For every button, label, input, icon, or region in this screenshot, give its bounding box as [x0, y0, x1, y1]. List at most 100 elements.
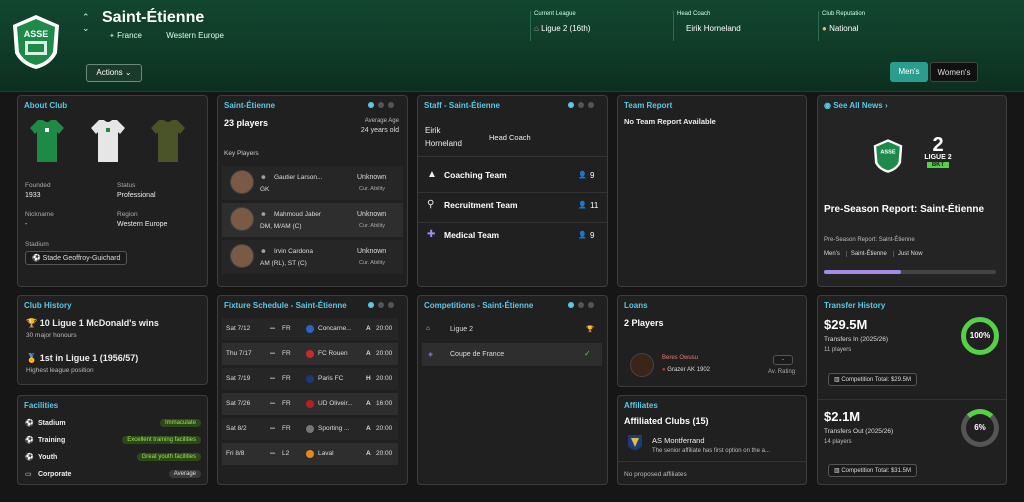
fixture-venue: H: [366, 375, 371, 382]
staff-team-row[interactable]: ✚ Medical Team 👤 9: [418, 223, 607, 250]
club-history-card: Club History 🏆 10 Ligue 1 McDonald's win…: [17, 295, 208, 385]
affiliate-club-name[interactable]: AS Montferrand: [652, 436, 705, 445]
actions-button[interactable]: Actions ⌄: [86, 64, 142, 82]
pagination-dots[interactable]: [368, 102, 394, 108]
staff-team-label: Coaching Team: [444, 170, 507, 180]
facility-label: Corporate: [38, 471, 72, 478]
fixture-schedule-title[interactable]: Fixture Schedule - Saint-Étienne: [224, 301, 347, 310]
corporate-icon: ▭: [25, 471, 32, 478]
competition-row[interactable]: ⌂ Ligue 2 🏆: [418, 318, 603, 341]
stadium-button[interactable]: ⚽ Stade Geoffroy-Guichard: [25, 251, 128, 265]
see-all-news-link[interactable]: ◉ See All News ›: [824, 101, 888, 110]
facility-row[interactable]: ⚽ Stadium Immaculate: [18, 418, 207, 433]
see-all-news-label: See All News: [833, 101, 883, 110]
club-history-title[interactable]: Club History: [24, 301, 72, 310]
key-player-row[interactable]: ☻ Gautier Larson... GK Unknown Cur. Abil…: [222, 166, 403, 200]
news-tag[interactable]: Saint-Étienne: [851, 251, 894, 257]
person-icon: 👤: [578, 172, 587, 179]
loan-rating-label: Av. Rating: [768, 369, 796, 375]
facility-row[interactable]: ⚽ Youth Great youth facilities: [18, 452, 207, 467]
affiliated-clubs-heading[interactable]: Affiliated Clubs (15): [624, 416, 709, 426]
fixture-opponent: UD Oliveir...: [318, 400, 353, 407]
affiliates-title[interactable]: Affiliates: [624, 401, 658, 410]
club-country[interactable]: France: [117, 31, 142, 40]
fixture-opponent: Laval: [318, 450, 334, 457]
key-player-ability-label: Cur. Ability: [359, 223, 385, 229]
transfers-in-competition-total: ▥ Competition Total: $29.5M: [828, 373, 917, 386]
coaching-icon: ▲: [427, 169, 437, 180]
transfers-in-amount[interactable]: $29.5M: [824, 317, 867, 332]
head-coach-last-name[interactable]: Horneland: [425, 139, 462, 148]
fixture-row[interactable]: Thu 7/17 ▬ FR FC Rouen A 20:00: [222, 343, 398, 365]
league-trophy-icon: ⌂: [534, 24, 539, 33]
mens-button[interactable]: Men's: [890, 62, 928, 82]
loan-club[interactable]: ● Grazer AK 1902: [662, 367, 710, 373]
news-headline[interactable]: Pre-Season Report: Saint-Étienne: [824, 203, 994, 216]
player-avatar: [630, 353, 654, 377]
facility-row[interactable]: ▭ Corporate Average: [18, 469, 207, 484]
divider: [818, 11, 819, 41]
staff-team-label: Recruitment Team: [444, 200, 518, 210]
facility-label: Youth: [38, 454, 58, 461]
news-tags: Men's Saint-Étienne Just Now: [824, 251, 933, 257]
transfer-history-title[interactable]: Transfer History: [824, 301, 885, 310]
facility-row[interactable]: ⚽ Training Excellent training facilities: [18, 435, 207, 450]
about-club-title[interactable]: About Club: [24, 101, 67, 110]
player-icon: ☻: [260, 248, 267, 255]
team-report-text: No Team Report Available: [624, 117, 716, 126]
chart-icon: ▥: [834, 377, 840, 383]
squad-title[interactable]: Saint-Étienne: [224, 101, 275, 110]
fixture-row[interactable]: Fri 8/8 ▬ L2 Laval A 20:00: [222, 443, 398, 465]
coupe-de-france-icon: ◈: [428, 351, 433, 358]
history-best-text: 1st in Ligue 1 (1956/57): [39, 353, 139, 363]
divider: [818, 399, 1006, 400]
staff-team-row[interactable]: ⚲ Recruitment Team 👤 11: [418, 193, 607, 223]
pagination-dots[interactable]: [568, 302, 594, 308]
stadium-icon: ⚽: [25, 420, 34, 427]
news-tag[interactable]: Men's: [824, 251, 847, 257]
loan-player-name[interactable]: Beres Owusu: [662, 355, 698, 361]
fixture-venue: A: [366, 350, 371, 357]
fixture-opponent: Concarne...: [318, 325, 352, 332]
head-coach[interactable]: Head Coach Eirik Horneland: [677, 11, 741, 33]
comp-total-label: Competition Total:: [841, 468, 890, 474]
club-switch-arrows-icon[interactable]: ⌃ ⌄: [82, 12, 90, 34]
staff-team-row[interactable]: ▲ Coaching Team 👤 9: [418, 163, 607, 193]
womens-button[interactable]: Women's: [930, 62, 978, 82]
region-value: Western Europe: [117, 221, 168, 228]
pagination-dots[interactable]: [368, 302, 394, 308]
transfers-out-amount[interactable]: $2.1M: [824, 409, 860, 424]
fixture-row[interactable]: Sat 7/12 ▬ FR Concarne... A 20:00: [222, 318, 398, 340]
youth-icon: ⚽: [25, 454, 34, 461]
ligue2-sponsor: BKT: [927, 162, 949, 168]
opponent-badge-icon: [306, 350, 314, 358]
opponent-badge-icon: [306, 400, 314, 408]
divider: [673, 11, 674, 41]
fixture-row[interactable]: Sat 7/26 ▬ FR UD Oliveir... A 16:00: [222, 393, 398, 415]
key-player-row[interactable]: ☻ Mahmoud Jaber DM, M/AM (C) Unknown Cur…: [222, 203, 403, 237]
trophy-icon: 🏆: [26, 318, 38, 328]
current-league[interactable]: Current League ⌂ Ligue 2 (16th): [534, 11, 590, 33]
fixture-opponent: Paris FC: [318, 375, 344, 382]
loans-title[interactable]: Loans: [624, 301, 648, 310]
player-count[interactable]: 23 players: [224, 118, 268, 128]
medical-icon: ✚: [427, 229, 436, 240]
club-reputation: Club Reputation ● National: [822, 11, 865, 33]
key-player-row[interactable]: ☻ Irvin Cardona AM (RL), ST (C) Unknown …: [222, 240, 403, 274]
staff-title[interactable]: Staff - Saint-Étienne: [424, 101, 500, 110]
transfers-in-label: Transfers In (2025/26): [824, 336, 889, 343]
staff-team-count: 11: [590, 201, 599, 210]
facilities-title[interactable]: Facilities: [24, 401, 58, 410]
news-tag[interactable]: Just Now: [898, 251, 929, 257]
pagination-dots[interactable]: [568, 102, 594, 108]
team-report-title[interactable]: Team Report: [624, 101, 672, 110]
fixture-row[interactable]: Sat 8/2 ▬ FR Sporting ... A 20:00: [222, 418, 398, 440]
competition-row[interactable]: ◈ Coupe de France ✓: [422, 343, 602, 366]
fixture-row[interactable]: Sat 7/19 ▬ FR Paris FC H 20:00: [222, 368, 398, 390]
loans-count[interactable]: 2 Players: [624, 318, 664, 328]
competitions-title[interactable]: Competitions - Saint-Étienne: [424, 301, 533, 310]
facility-value: Average: [168, 470, 201, 478]
key-player-position: DM, M/AM (C): [260, 223, 302, 230]
fixture-venue: A: [366, 325, 371, 332]
head-coach-first-name[interactable]: Eirik: [425, 126, 441, 135]
